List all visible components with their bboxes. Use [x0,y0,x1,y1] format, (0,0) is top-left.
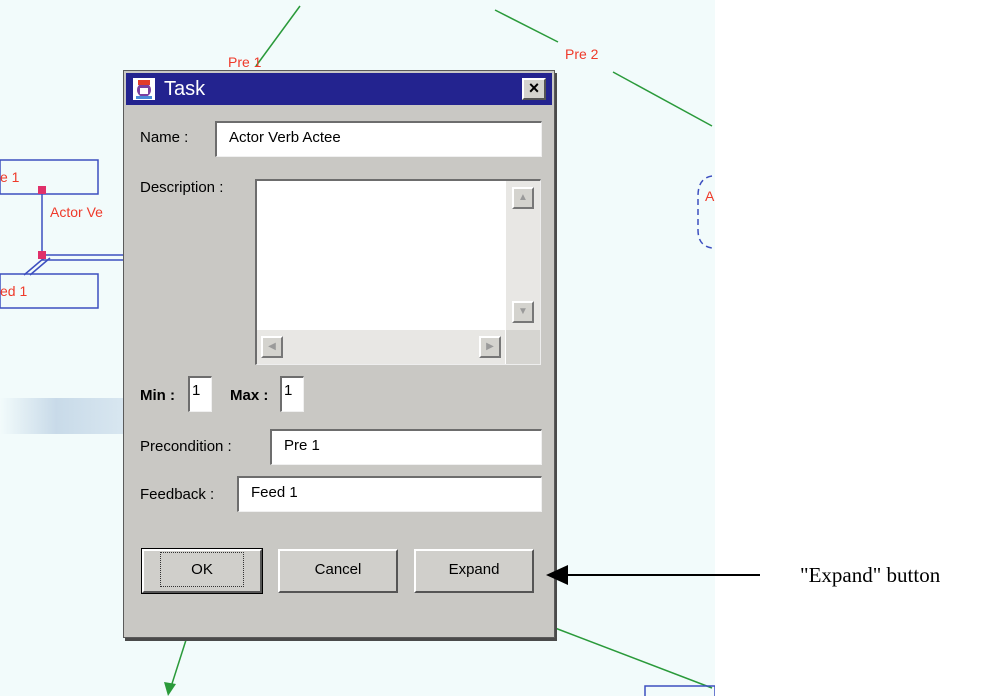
expand-button[interactable]: Expand [414,549,534,593]
cancel-button[interactable]: Cancel [278,549,398,593]
scroll-right-arrow-icon[interactable]: ▶ [479,336,501,358]
close-button[interactable]: × [522,78,546,100]
name-field[interactable]: Actor Verb Actee [215,121,542,157]
scrollbar-corner [506,330,540,364]
callout-text: "Expand" button [800,563,941,587]
edge-label-pre1: Pre 1 [228,54,262,70]
background-shadow [0,398,140,434]
node-label-feed: ed 1 [0,283,28,299]
scroll-up-arrow-icon[interactable]: ▲ [512,187,534,209]
edge-label-pre2: Pre 2 [565,46,599,62]
precondition-field[interactable]: Pre 1 [270,429,542,465]
max-field[interactable]: 1 [280,376,304,412]
feedback-field[interactable]: Feed 1 [237,476,542,512]
node-label-top: e 1 [0,169,20,185]
task-dialog: Task × Name : Actor Verb Actee Descripti… [123,70,555,638]
min-field[interactable]: 1 [188,376,212,412]
ok-button[interactable]: OK [141,548,263,594]
horizontal-scrollbar[interactable]: ◀ ▶ [257,330,505,364]
max-label: Max : [230,387,269,404]
scroll-down-arrow-icon[interactable]: ▼ [512,301,534,323]
description-textarea[interactable]: ▲ ▼ ◀ ▶ [255,179,541,365]
min-label: Min : [140,387,175,404]
description-label: Description : [140,179,224,196]
vertical-scrollbar[interactable]: ▲ ▼ [506,181,540,331]
precondition-label: Precondition : [140,438,232,455]
title-bar[interactable]: Task × [126,73,552,105]
task-app-icon [133,78,155,100]
ok-button-label: OK [160,552,244,587]
feedback-label: Feedback : [140,486,215,503]
node-label-right: A [705,188,715,204]
callout-arrow-line [560,574,760,576]
dialog-title: Task [164,78,206,100]
name-label: Name : [140,129,189,146]
node-label-actor: Actor Ve [50,204,103,220]
scroll-left-arrow-icon[interactable]: ◀ [261,336,283,358]
